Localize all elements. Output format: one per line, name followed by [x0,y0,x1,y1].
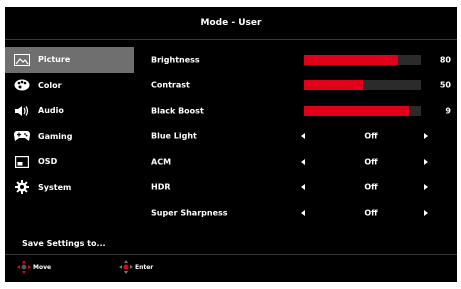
super-sharpness-value: Off [364,208,378,218]
setting-label: Blue Light [151,131,197,141]
sidebar-item-audio[interactable]: Audio [5,98,134,124]
save-settings-button[interactable]: Save Settings to... [22,239,106,248]
setting-label: Brightness [151,55,200,65]
picture-icon [14,53,30,67]
brightness-slider[interactable] [304,54,421,65]
footer-move-hint: Move [17,260,51,274]
sidebar-item-label: System [38,182,72,192]
setting-label: Black Boost [151,106,204,116]
gear-icon [14,180,30,195]
setting-label: Contrast [151,80,190,90]
arrow-right-icon[interactable] [424,209,428,216]
divider [5,254,457,255]
dpad-enter-icon [119,260,133,274]
setting-label: ACM [151,157,172,167]
speaker-icon [14,104,30,118]
sidebar-item-label: Audio [38,106,64,116]
arrow-right-icon[interactable] [424,184,428,191]
sidebar-item-osd[interactable]: OSD [5,149,134,175]
arrow-right-icon[interactable] [424,133,428,140]
setting-label: HDR [151,182,171,192]
sidebar-item-color[interactable]: Color [5,73,134,99]
arrow-left-icon[interactable] [301,158,305,165]
sidebar-item-picture[interactable]: Picture [5,47,134,73]
arrow-left-icon[interactable] [301,209,305,216]
sidebar-menu: Picture Color Audio Gaming OSD System [5,47,134,200]
setting-black-boost[interactable]: Black Boost 9 [151,98,451,124]
contrast-value: 50 [439,80,451,90]
black-boost-slider[interactable] [304,105,421,116]
setting-contrast[interactable]: Contrast 50 [151,73,451,99]
black-boost-slider-fill [304,105,410,116]
contrast-slider-fill [304,80,363,91]
arrow-left-icon[interactable] [301,184,305,191]
palette-icon [14,78,30,92]
black-boost-value: 9 [445,106,451,116]
brightness-slider-fill [304,54,398,65]
setting-acm[interactable]: ACM Off [151,149,451,175]
setting-super-sharpness[interactable]: Super Sharpness Off [151,200,451,226]
footer-enter-hint: Enter [119,260,153,274]
setting-hdr[interactable]: HDR Off [151,175,451,201]
sidebar-item-label: OSD [38,157,58,167]
setting-blue-light[interactable]: Blue Light Off [151,124,451,150]
osd-window-icon [14,155,30,169]
sidebar-item-gaming[interactable]: Gaming [5,124,134,150]
contrast-slider[interactable] [304,80,421,91]
sidebar-item-label: Gaming [38,131,73,141]
divider [5,39,457,40]
hdr-value: Off [364,182,378,192]
gamepad-icon [14,129,30,143]
sidebar-item-system[interactable]: System [5,175,134,201]
sidebar-item-label: Color [38,80,62,90]
arrow-left-icon[interactable] [301,133,305,140]
brightness-value: 80 [439,55,451,65]
page-title: Mode - User [200,18,262,28]
osd-panel: Mode - User Picture Color Audio Gaming O… [5,7,457,282]
arrow-right-icon[interactable] [424,158,428,165]
acm-value: Off [364,157,378,167]
setting-label: Super Sharpness [151,208,228,218]
footer-enter-label: Enter [135,263,154,271]
footer-move-label: Move [33,263,52,271]
dpad-move-icon [17,260,31,274]
sidebar-item-label: Picture [38,55,71,65]
settings-panel: Brightness 80 Contrast 50 Black Boost 9 … [151,47,451,226]
blue-light-value: Off [364,131,378,141]
setting-brightness[interactable]: Brightness 80 [151,47,451,73]
